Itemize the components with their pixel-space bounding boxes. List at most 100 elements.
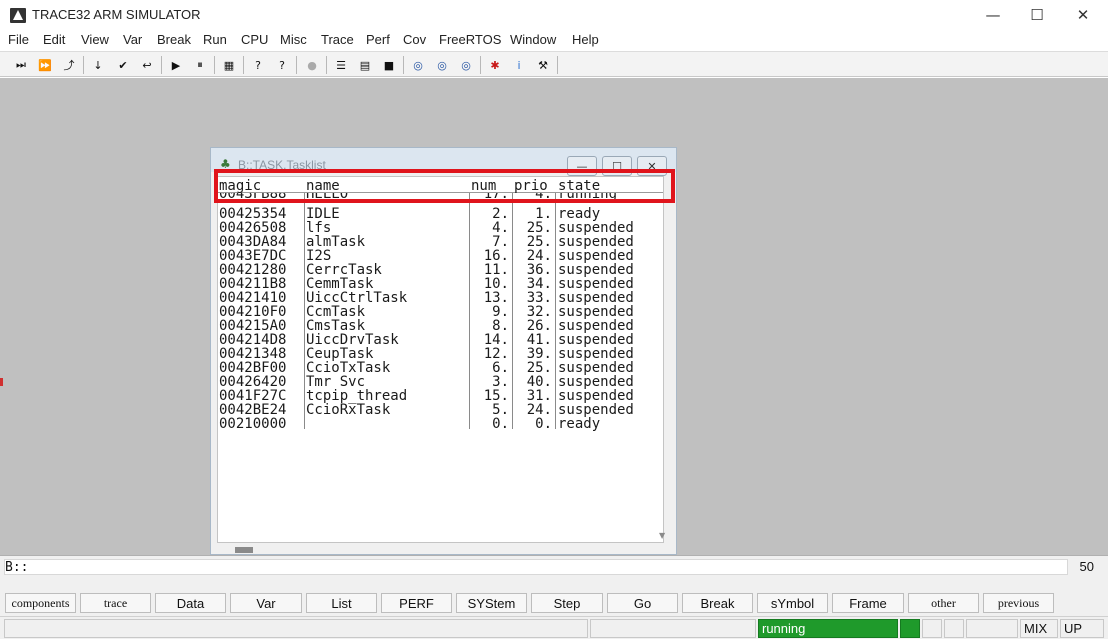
horizontal-scroll-thumb[interactable]: [235, 547, 253, 553]
menu-window[interactable]: Window: [510, 32, 556, 47]
cell-magic: 00210000: [219, 416, 287, 432]
cell-prio: 39.: [526, 346, 552, 362]
grid-icon[interactable]: ▤: [355, 55, 375, 75]
softkey-go[interactable]: Go: [607, 593, 678, 613]
cell-num: 9.: [492, 304, 509, 320]
cell-state: suspended: [558, 388, 634, 404]
table-row[interactable]: 00421410 UiccCtrlTask 13. 33. suspended: [218, 291, 653, 305]
table-row[interactable]: 00425354 IDLE 2. 1. ready: [218, 207, 653, 221]
cell-name: almTask: [306, 234, 366, 250]
softkey-frame[interactable]: Frame: [832, 593, 904, 613]
softkey-perf[interactable]: PERF: [381, 593, 452, 613]
trace-icon-2[interactable]: ◎: [432, 55, 452, 75]
table-row[interactable]: 00421280 CerrcTask 11. 36. suspended: [218, 263, 653, 277]
menu-var[interactable]: Var: [123, 32, 142, 47]
cell-state: suspended: [558, 318, 634, 334]
cell-state: ready: [558, 206, 601, 222]
table-row[interactable]: 004214D8 UiccDrvTask 14. 41. suspended: [218, 333, 653, 347]
maximize-button[interactable]: ☐: [1014, 0, 1060, 30]
trace-icon-3[interactable]: ◎: [456, 55, 476, 75]
softkey-list[interactable]: List: [306, 593, 377, 613]
cell-num: 5.: [492, 402, 509, 418]
menu-break[interactable]: Break: [157, 32, 191, 47]
cell-magic: 00421280: [219, 262, 287, 278]
softkey-data[interactable]: Data: [155, 593, 226, 613]
step-out-icon[interactable]: ⤴: [59, 55, 79, 75]
softkey-step[interactable]: Step: [531, 593, 603, 613]
table-row[interactable]: 00426508 lfs 4. 25. suspended: [218, 221, 653, 235]
command-input[interactable]: B::: [4, 559, 1068, 575]
softkey-var[interactable]: Var: [230, 593, 302, 613]
table-row[interactable]: 0042BE24 CcioRxTask 5. 24. suspended: [218, 403, 653, 417]
softkey-symbol[interactable]: sYmbol: [757, 593, 828, 613]
pause-icon[interactable]: ⏸: [190, 55, 210, 75]
scroll-down-arrow[interactable]: ▼: [659, 531, 665, 540]
cell-num: 3.: [492, 374, 509, 390]
cell-prio: 34.: [526, 276, 552, 292]
cell-magic: 00425354: [219, 206, 287, 222]
header-highlight-box: [214, 169, 675, 203]
cell-state: suspended: [558, 332, 634, 348]
disabled-icon: ●: [307, 58, 317, 72]
list-icon[interactable]: ☰: [331, 55, 351, 75]
window-title: TRACE32 ARM SIMULATOR: [32, 7, 201, 22]
close-button[interactable]: ✕: [1060, 0, 1106, 30]
softkey-trace[interactable]: trace: [80, 593, 151, 613]
cell-state: suspended: [558, 262, 634, 278]
table-row[interactable]: 004211B8 CemmTask 10. 34. suspended: [218, 277, 653, 291]
menu-trace[interactable]: Trace: [321, 32, 354, 47]
step-into-icon[interactable]: ⏭: [11, 55, 31, 75]
softkey-components[interactable]: components: [5, 593, 76, 613]
softkey-previous[interactable]: previous: [983, 593, 1054, 613]
status-message-field: [4, 619, 588, 638]
table-row[interactable]: 004215A0 CmsTask 8. 26. suspended: [218, 319, 653, 333]
table-row[interactable]: 0043E7DC I2S 16. 24. suspended: [218, 249, 653, 263]
cell-state: suspended: [558, 346, 634, 362]
check-icon[interactable]: ✔: [113, 55, 133, 75]
table-row[interactable]: 0043DA84 almTask 7. 25. suspended: [218, 235, 653, 249]
cell-num: 14.: [483, 332, 509, 348]
cell-state: suspended: [558, 290, 634, 306]
command-line-area: B:: 50: [0, 555, 1108, 589]
tasklist-window[interactable]: ♣ B::TASK.Tasklist — ☐ ✕ 0043FB88 HELLO …: [210, 147, 677, 555]
menu-run[interactable]: Run: [203, 32, 227, 47]
cell-magic: 0042BF00: [219, 360, 287, 376]
menu-help[interactable]: Help: [572, 32, 599, 47]
menu-cpu[interactable]: CPU: [241, 32, 268, 47]
bug-icon[interactable]: ✱: [485, 55, 505, 75]
cell-name: CemmTask: [306, 276, 374, 292]
table-row[interactable]: 0041F27C tcpip_thread 15. 31. suspended: [218, 389, 653, 403]
context-help-icon[interactable]: ?: [272, 55, 292, 75]
cell-prio: 24.: [526, 248, 552, 264]
info-icon[interactable]: i: [509, 55, 529, 75]
toolbar-separator: [83, 56, 84, 74]
cell-prio: 0.: [535, 416, 552, 432]
minimize-button[interactable]: —: [970, 0, 1016, 30]
menu-cov[interactable]: Cov: [403, 32, 426, 47]
menu-perf[interactable]: Perf: [366, 32, 390, 47]
wrench-icon[interactable]: ⚒: [533, 55, 553, 75]
menu-file[interactable]: File: [8, 32, 29, 47]
table-row[interactable]: 004210F0 CcmTask 9. 32. suspended: [218, 305, 653, 319]
go-icon[interactable]: ▶: [166, 55, 186, 75]
return-icon[interactable]: ↩: [137, 55, 157, 75]
table-row[interactable]: 0042BF00 CcioTxTask 6. 25. suspended: [218, 361, 653, 375]
menu-freertos[interactable]: FreeRTOS: [439, 32, 501, 47]
chip-icon[interactable]: ■: [379, 55, 399, 75]
status-field: [922, 619, 942, 638]
softkey-break[interactable]: Break: [682, 593, 753, 613]
menu-view[interactable]: View: [81, 32, 109, 47]
tasklist-table[interactable]: 0043FB88 HELLO 17. 4. running magic name…: [217, 176, 664, 543]
down-arrow-icon[interactable]: ↓: [88, 55, 108, 75]
table-row[interactable]: 00426420 Tmr Svc 3. 40. suspended: [218, 375, 653, 389]
softkey-system[interactable]: SYStem: [456, 593, 527, 613]
step-over-icon[interactable]: ⏩: [35, 55, 55, 75]
menu-misc[interactable]: Misc: [280, 32, 307, 47]
table-row[interactable]: 00421348 CeupTask 12. 39. suspended: [218, 347, 653, 361]
softkey-other[interactable]: other: [908, 593, 979, 613]
table-row[interactable]: 00210000 0. 0. ready: [218, 417, 653, 431]
trace-icon-1[interactable]: ◎: [408, 55, 428, 75]
help-icon[interactable]: ?: [248, 55, 268, 75]
menu-edit[interactable]: Edit: [43, 32, 65, 47]
monitor-icon[interactable]: ▦: [219, 55, 239, 75]
